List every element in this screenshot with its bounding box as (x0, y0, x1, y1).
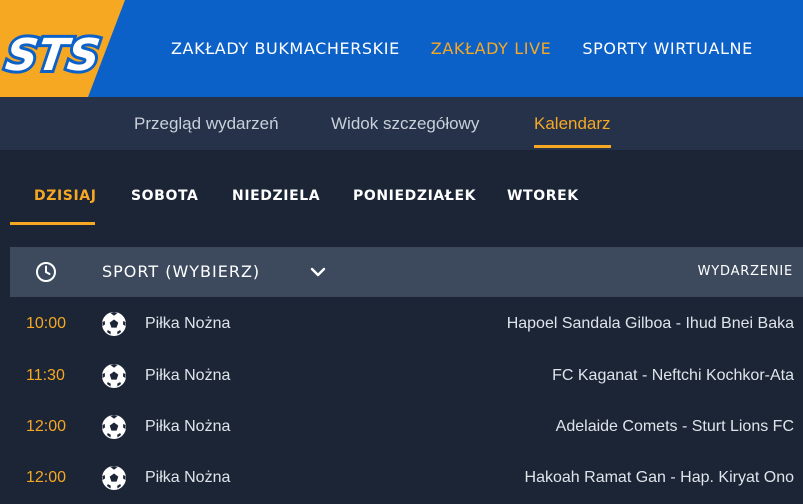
day-tab-niedziela[interactable]: NIEDZIELA (232, 150, 320, 224)
sts-logo[interactable]: STS (0, 0, 125, 97)
day-tab-sobota[interactable]: SOBOTA (131, 150, 198, 224)
day-tabs: DZISIAJ SOBOTA NIEDZIELA PONIEDZIAŁEK WT… (0, 150, 803, 225)
tab-widok-szczegolowy[interactable]: Widok szczegółowy (331, 97, 479, 150)
soccer-ball-icon (102, 364, 126, 388)
main-nav: ZAKŁADY BUKMACHERSKIE ZAKŁADY LIVE SPORT… (150, 0, 763, 97)
event-match[interactable]: Hapoel Sandala Gilboa - Ihud Bnei Baka (507, 298, 794, 350)
event-row[interactable]: 10:00 Piłka Nożna Hapoel Sandala Gilboa … (10, 298, 803, 350)
svg-text:STS: STS (3, 30, 104, 81)
day-tab-dzisiaj[interactable]: DZISIAJ (34, 150, 97, 224)
event-sport: Piłka Nożna (145, 469, 231, 486)
event-column-header: WYDARZENIE (697, 264, 793, 279)
soccer-ball-icon (102, 415, 126, 439)
event-match[interactable]: Hakoah Ramat Gan - Hap. Kiryat Ono (525, 452, 794, 504)
soccer-ball-icon (102, 466, 126, 490)
event-time: 11:30 (26, 367, 65, 384)
tab-kalendarz[interactable]: Kalendarz (534, 97, 611, 150)
event-sport: Piłka Nożna (145, 418, 231, 435)
event-time: 12:00 (26, 418, 67, 435)
day-tab-wtorek[interactable]: WTOREK (507, 150, 579, 224)
nav-sporty-wirtualne[interactable]: SPORTY WIRTUALNE (582, 39, 753, 58)
event-time: 10:00 (26, 315, 67, 332)
event-row[interactable]: 11:30 Piłka Nożna FC Kaganat - Neftchi K… (10, 350, 803, 402)
tab-przeglad-wydarzen[interactable]: Przegląd wydarzeń (134, 97, 279, 150)
nav-zaklady-live[interactable]: ZAKŁADY LIVE (431, 39, 552, 58)
event-time: 12:00 (26, 469, 67, 486)
event-match[interactable]: FC Kaganat - Neftchi Kochkor-Ata (552, 350, 794, 402)
event-sport: Piłka Nożna (145, 315, 231, 332)
nav-zaklady-bukmacherskie[interactable]: ZAKŁADY BUKMACHERSKIE (171, 39, 400, 58)
top-header: STS ZAKŁADY BUKMACHERSKIE ZAKŁADY LIVE S… (0, 0, 803, 97)
day-tab-poniedzialek[interactable]: PONIEDZIAŁEK (353, 150, 476, 224)
event-row[interactable]: 12:00 Piłka Nożna Adelaide Comets - Stur… (10, 401, 803, 453)
sport-select[interactable]: SPORT (WYBIERZ) (102, 247, 260, 297)
events-table-header: SPORT (WYBIERZ) WYDARZENIE (10, 247, 803, 297)
clock-icon[interactable] (35, 261, 57, 283)
event-match[interactable]: Adelaide Comets - Sturt Lions FC (556, 401, 794, 453)
chevron-down-icon[interactable] (310, 264, 326, 280)
sub-nav: Przegląd wydarzeń Widok szczegółowy Kale… (0, 97, 803, 150)
event-row[interactable]: 12:00 Piłka Nożna Hakoah Ramat Gan - Hap… (10, 452, 803, 504)
event-sport: Piłka Nożna (145, 367, 231, 384)
soccer-ball-icon (102, 312, 126, 336)
active-day-indicator (10, 222, 95, 225)
